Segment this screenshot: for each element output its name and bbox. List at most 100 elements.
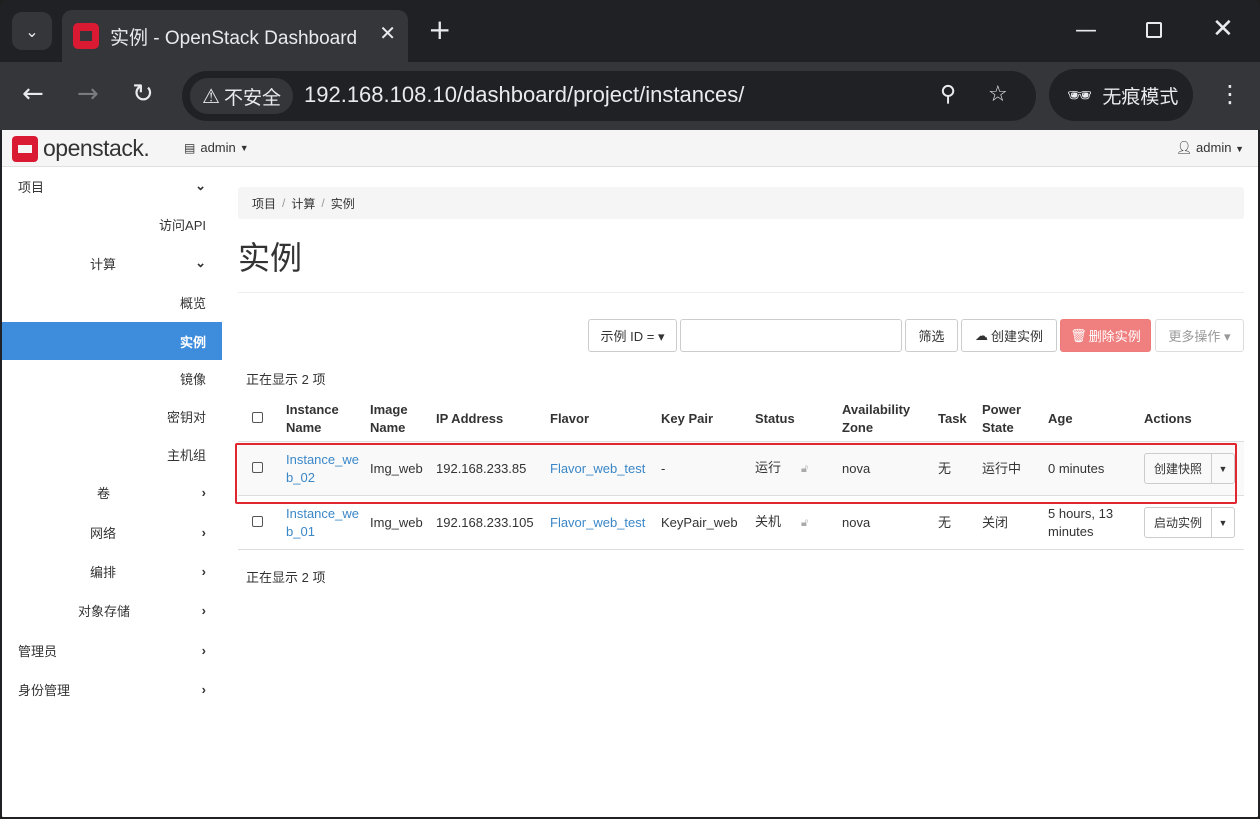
breadcrumb-instances: 实例 bbox=[330, 196, 355, 211]
trash-icon: 🗑︎ bbox=[1070, 327, 1087, 343]
bookmark-star-icon[interactable]: ☆ bbox=[988, 82, 1008, 107]
sidebar-item-label: 概览 bbox=[179, 295, 206, 311]
sidebar-item-identity[interactable]: 身份管理 › bbox=[2, 670, 222, 708]
sidebar-item-label: 实例 bbox=[179, 334, 206, 350]
zoom-icon[interactable]: ⚲ bbox=[940, 82, 956, 107]
caret-down-icon[interactable]: ▼ bbox=[1212, 454, 1234, 483]
sidebar-item-volumes[interactable]: 卷 › bbox=[2, 473, 222, 511]
sidebar-item-instances[interactable]: 实例 bbox=[2, 322, 222, 360]
forward-icon[interactable]: → bbox=[77, 80, 99, 108]
sidebar-item-network[interactable]: 网络 › bbox=[2, 513, 222, 551]
delete-instances-button[interactable]: 🗑︎ 删除实例 bbox=[1060, 319, 1151, 352]
maximize-icon[interactable] bbox=[1146, 22, 1162, 38]
sidebar-item-label: 编排 bbox=[90, 564, 117, 580]
page: openstack. ▤ admin ▼ 👤︎ admin ▼ 项目 ⌄ 访问A… bbox=[2, 130, 1258, 817]
sidebar-item-object-store[interactable]: 对象存储 › bbox=[2, 591, 222, 629]
minimize-icon[interactable]: — bbox=[1075, 18, 1097, 43]
title-divider bbox=[238, 292, 1244, 293]
sidebar-item-overview[interactable]: 概览 bbox=[2, 283, 222, 321]
sidebar-item-label: 网络 bbox=[90, 525, 117, 541]
cell-status: 运行 bbox=[755, 460, 782, 475]
chevron-down-icon: ⌄ bbox=[195, 255, 206, 270]
more-actions-button[interactable]: 更多操作 ▾ bbox=[1155, 319, 1244, 352]
tab-search-icon[interactable]: ⌄ bbox=[12, 12, 52, 50]
select-all-checkbox[interactable] bbox=[252, 412, 263, 423]
sidebar-item-label: 计算 bbox=[90, 256, 117, 272]
sidebar: 项目 ⌄ 访问API 计算 ⌄ 概览 实例 镜像 密钥对 主机组 卷 › 网络 … bbox=[2, 167, 222, 817]
row-actions-group: 创建快照 ▼ bbox=[1144, 453, 1236, 484]
browser-menu-icon[interactable]: ⋮ bbox=[1218, 80, 1242, 108]
header-status[interactable]: Status bbox=[751, 397, 838, 442]
instance-name-link[interactable]: Instance_web_01 bbox=[286, 506, 359, 539]
create-instance-button[interactable]: ☁ 创建实例 bbox=[961, 319, 1057, 352]
create-snapshot-button[interactable]: 创建快照 bbox=[1145, 454, 1213, 483]
sidebar-item-images[interactable]: 镜像 bbox=[2, 359, 222, 397]
header-ip-address[interactable]: IP Address bbox=[432, 397, 546, 442]
flavor-link[interactable]: Flavor_web_test bbox=[550, 461, 645, 476]
url-text[interactable]: 192.168.108.10/dashboard/project/instanc… bbox=[304, 82, 744, 108]
chevron-right-icon: › bbox=[201, 563, 206, 579]
incognito-badge[interactable]: 🕶 无痕模式 bbox=[1049, 69, 1193, 121]
sidebar-item-api-access[interactable]: 访问API bbox=[2, 205, 222, 243]
header-age[interactable]: Age bbox=[1044, 397, 1140, 442]
incognito-icon: 🕶 bbox=[1067, 83, 1093, 107]
chevron-right-icon: › bbox=[201, 602, 206, 618]
header-instance-name[interactable]: Instance Name bbox=[282, 397, 366, 442]
sidebar-item-keypairs[interactable]: 密钥对 bbox=[2, 397, 222, 435]
sidebar-item-admin[interactable]: 管理员 › bbox=[2, 631, 222, 669]
header-task[interactable]: Task bbox=[934, 397, 978, 442]
sidebar-item-compute[interactable]: 计算 ⌄ bbox=[2, 244, 222, 282]
incognito-label: 无痕模式 bbox=[1102, 85, 1179, 108]
tab-strip: ⌄ 实例 - OpenStack Dashboard ✕ + — ✕ bbox=[0, 0, 1260, 62]
user-menu[interactable]: 👤︎ admin ▼ bbox=[1176, 140, 1244, 156]
window-close-icon[interactable]: ✕ bbox=[1212, 14, 1234, 44]
start-instance-button[interactable]: 启动实例 bbox=[1145, 508, 1213, 537]
new-tab-icon[interactable]: + bbox=[428, 16, 451, 44]
sidebar-item-orchestration[interactable]: 编排 › bbox=[2, 552, 222, 590]
openstack-logo[interactable]: openstack. bbox=[12, 135, 150, 162]
address-bar[interactable]: ⚠ 不安全 192.168.108.10/dashboard/project/i… bbox=[182, 71, 1036, 121]
chevron-right-icon: › bbox=[201, 642, 206, 658]
browser-tab[interactable]: 实例 - OpenStack Dashboard ✕ bbox=[62, 10, 408, 62]
tab-close-icon[interactable]: ✕ bbox=[379, 21, 396, 45]
flavor-link[interactable]: Flavor_web_test bbox=[550, 515, 645, 530]
breadcrumb: 项目 / 计算 / 实例 bbox=[238, 187, 1244, 219]
cell-age: 5 hours, 13 minutes bbox=[1044, 495, 1140, 550]
reload-icon[interactable]: ↻ bbox=[132, 80, 154, 108]
lock-icon[interactable]: 🔓︎ bbox=[801, 463, 808, 475]
header-power-state[interactable]: Power State bbox=[978, 397, 1044, 442]
delete-instances-label: 删除实例 bbox=[1088, 329, 1141, 344]
instance-name-link[interactable]: Instance_web_02 bbox=[286, 452, 359, 485]
cloud-upload-icon: ☁ bbox=[974, 327, 988, 343]
caret-down-icon[interactable]: ▼ bbox=[1212, 508, 1234, 537]
cell-ip: 192.168.233.85 bbox=[432, 441, 546, 496]
security-chip[interactable]: ⚠ 不安全 bbox=[190, 78, 293, 114]
project-icon: ▤ bbox=[184, 140, 196, 155]
header-key-pair[interactable]: Key Pair bbox=[657, 397, 751, 442]
lock-icon[interactable]: 🔓︎ bbox=[801, 517, 808, 529]
filter-field-select[interactable]: 示例 ID = ▾ bbox=[588, 319, 677, 352]
row-checkbox[interactable] bbox=[252, 461, 263, 473]
browser-toolbar: ← → ↻ ⚠ 不安全 192.168.108.10/dashboard/pro… bbox=[0, 62, 1260, 130]
chevron-right-icon: › bbox=[201, 524, 206, 540]
breadcrumb-compute[interactable]: 计算 bbox=[291, 195, 315, 212]
caret-down-icon: ▼ bbox=[239, 142, 249, 153]
openstack-logo-icon bbox=[12, 135, 38, 162]
breadcrumb-separator: / bbox=[282, 196, 286, 210]
header-flavor[interactable]: Flavor bbox=[546, 397, 657, 442]
breadcrumb-project[interactable]: 项目 bbox=[252, 195, 276, 212]
tab-title: 实例 - OpenStack Dashboard bbox=[110, 27, 358, 49]
sidebar-item-server-groups[interactable]: 主机组 bbox=[2, 435, 222, 473]
cell-power-state: 关闭 bbox=[978, 495, 1044, 550]
project-selector[interactable]: ▤ admin ▼ bbox=[184, 140, 249, 155]
header-image-name[interactable]: Image Name bbox=[366, 397, 432, 442]
cell-image: Img_web bbox=[366, 441, 432, 496]
cell-zone: nova bbox=[838, 441, 934, 496]
row-checkbox[interactable] bbox=[252, 515, 263, 527]
table-row: Instance_web_01 Img_web 192.168.233.105 … bbox=[238, 495, 1244, 550]
filter-input[interactable] bbox=[680, 319, 902, 352]
filter-button[interactable]: 筛选 bbox=[905, 319, 958, 352]
header-availability-zone[interactable]: Availability Zone bbox=[838, 397, 934, 442]
back-icon[interactable]: ← bbox=[22, 80, 44, 108]
sidebar-item-project[interactable]: 项目 ⌄ bbox=[2, 167, 222, 205]
